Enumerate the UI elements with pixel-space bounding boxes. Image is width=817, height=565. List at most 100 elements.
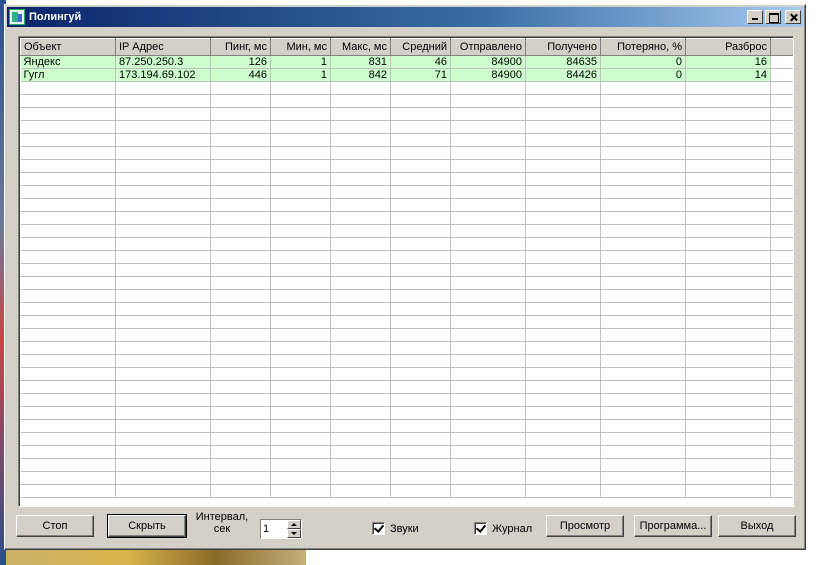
empty-row (20, 107, 793, 121)
empty-cell (210, 94, 271, 108)
interval-spinner[interactable] (260, 519, 302, 539)
close-icon[interactable] (785, 10, 801, 24)
view-button[interactable]: Просмотр (546, 515, 624, 537)
empty-cell (450, 458, 526, 472)
empty-row (20, 146, 793, 160)
column-header-min[interactable]: Мин, мс (270, 38, 331, 56)
empty-cell (600, 380, 686, 394)
empty-cell (390, 484, 451, 498)
empty-row (20, 432, 793, 446)
empty-cell (685, 289, 771, 303)
empty-cell (115, 185, 211, 199)
empty-cell (115, 484, 211, 498)
empty-cell (600, 94, 686, 108)
spin-down-icon[interactable] (287, 529, 301, 538)
empty-cell (685, 445, 771, 459)
empty-cell (390, 224, 451, 238)
minimize-icon[interactable] (747, 10, 763, 24)
empty-cell (450, 419, 526, 433)
empty-cell (450, 81, 526, 95)
empty-row (20, 328, 793, 342)
empty-cell (20, 354, 116, 368)
empty-cell (770, 81, 793, 95)
empty-cell (330, 458, 391, 472)
empty-cell (210, 250, 271, 264)
empty-cell (450, 445, 526, 459)
empty-cell (330, 224, 391, 238)
empty-cell (525, 458, 601, 472)
empty-cell (210, 133, 271, 147)
empty-cell (450, 94, 526, 108)
empty-cell (600, 81, 686, 95)
column-header-avg[interactable]: Средний (390, 38, 451, 56)
empty-cell (270, 263, 331, 277)
empty-cell (600, 315, 686, 329)
column-header-lost[interactable]: Потеряно, % (600, 38, 686, 56)
empty-cell (770, 445, 793, 459)
empty-cell (210, 315, 271, 329)
empty-cell (770, 211, 793, 225)
empty-cell (685, 198, 771, 212)
column-header-received[interactable]: Получено (525, 38, 601, 56)
empty-cell (270, 406, 331, 420)
table-row[interactable]: Яндекс 87.250.250.3 126 1 831 46 84900 8… (20, 55, 793, 69)
maximize-icon[interactable] (765, 10, 781, 24)
empty-cell (600, 484, 686, 498)
column-header-ip[interactable]: IP Адрес (115, 38, 211, 56)
empty-cell (330, 146, 391, 160)
empty-cell (450, 159, 526, 173)
empty-row (20, 237, 793, 251)
empty-cell (20, 120, 116, 134)
hide-button[interactable]: Скрыть (107, 514, 187, 538)
sounds-checkbox-box[interactable] (372, 522, 385, 535)
empty-cell (330, 419, 391, 433)
cell-max: 842 (330, 68, 391, 82)
empty-cell (525, 354, 601, 368)
empty-cell (210, 432, 271, 446)
empty-cell (20, 237, 116, 251)
empty-cell (330, 133, 391, 147)
empty-cell (525, 107, 601, 121)
empty-cell (210, 263, 271, 277)
program-button[interactable]: Программа... (634, 515, 712, 537)
title-bar[interactable]: Полингуй (7, 7, 803, 27)
column-header-ping[interactable]: Пинг, мс (210, 38, 271, 56)
empty-cell (330, 172, 391, 186)
empty-cell (770, 224, 793, 238)
empty-cell (115, 315, 211, 329)
column-header-max[interactable]: Макс, мс (330, 38, 391, 56)
stop-button[interactable]: Стоп (16, 515, 94, 537)
empty-cell (390, 471, 451, 485)
empty-cell (210, 224, 271, 238)
interval-input[interactable] (261, 520, 287, 538)
cell-ping: 446 (210, 68, 271, 82)
empty-cell (115, 341, 211, 355)
empty-cell (330, 341, 391, 355)
log-checkbox[interactable]: Журнал (474, 522, 532, 535)
column-header-jitter[interactable]: Разброс (685, 38, 771, 56)
empty-cell (600, 289, 686, 303)
empty-cell (115, 445, 211, 459)
empty-cell (390, 432, 451, 446)
exit-button[interactable]: Выход (718, 515, 796, 537)
empty-cell (390, 107, 451, 121)
sounds-checkbox[interactable]: Звуки (372, 522, 419, 535)
empty-cell (390, 120, 451, 134)
empty-cell (270, 484, 331, 498)
empty-cell (270, 250, 331, 264)
app-window: Полингуй Объект IP Адрес Пинг, мс Мин, м… (4, 4, 806, 550)
empty-cell (210, 198, 271, 212)
empty-cell (600, 250, 686, 264)
empty-cell (330, 393, 391, 407)
spin-up-icon[interactable] (287, 520, 301, 529)
column-header-sent[interactable]: Отправлено (450, 38, 526, 56)
table-row[interactable]: Гугл 173.194.69.102 446 1 842 71 84900 8… (20, 68, 793, 82)
cell-jitter: 16 (685, 55, 771, 69)
column-header-object[interactable]: Объект (20, 38, 116, 56)
app-icon (9, 9, 25, 25)
empty-cell (20, 406, 116, 420)
empty-cell (770, 198, 793, 212)
log-checkbox-box[interactable] (474, 522, 487, 535)
ping-results-grid[interactable]: Объект IP Адрес Пинг, мс Мин, мс Макс, м… (18, 36, 794, 507)
cell-ping: 126 (210, 55, 271, 69)
